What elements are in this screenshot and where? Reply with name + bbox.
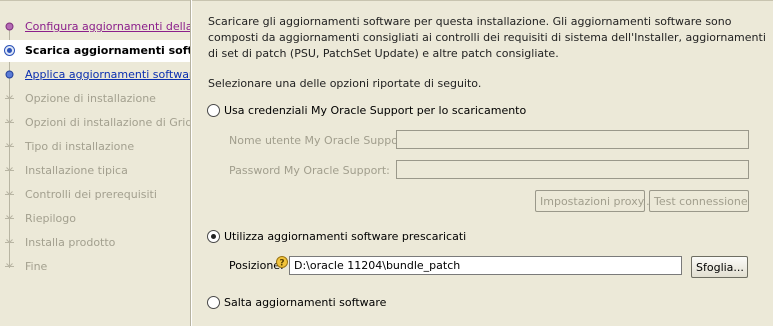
svg-text:?: ? [279, 259, 284, 269]
step-node-icon [5, 70, 14, 79]
option-skip-radio[interactable] [207, 296, 220, 309]
wizard-step-label: Tipo di installazione [25, 140, 135, 153]
wizard-step-label: Opzioni di installazione di Grid Infrast… [25, 116, 191, 129]
help-icon[interactable]: ? [276, 256, 288, 270]
wizard-step-label: Fine [25, 260, 48, 273]
test-connection-button[interactable]: Test connessione [649, 190, 749, 212]
wizard-step-label[interactable]: Applica aggiornamenti software [25, 68, 191, 81]
wizard-step: Installa prodotto [0, 232, 191, 254]
wizard-step: Opzioni di installazione di Grid Infrast… [0, 112, 191, 134]
mos-password-label: Password My Oracle Support: [229, 164, 390, 177]
wizard-step: Tipo di installazione [0, 136, 191, 158]
wizard-step-label: Riepilogo [25, 212, 77, 225]
step-node-icon [5, 191, 14, 195]
wizard-step[interactable]: Configura aggiornamenti della sicurezza [0, 16, 191, 38]
step-node-icon [5, 263, 14, 267]
step-node-icon [4, 45, 15, 56]
wizard-step-label: Opzione di installazione [25, 92, 156, 105]
option-predownloaded-label[interactable]: Utilizza aggiornamenti software prescari… [224, 230, 466, 243]
select-prompt: Selezionare una delle opzioni riportate … [208, 77, 482, 90]
wizard-step-label: Controlli dei prerequisiti [25, 188, 157, 201]
option-skip-label[interactable]: Salta aggiornamenti software [224, 296, 386, 309]
wizard-step: Scarica aggiornamenti software [0, 40, 191, 62]
step-node-icon [5, 119, 14, 123]
step-node-icon [5, 215, 14, 219]
step-node-icon [5, 167, 14, 171]
wizard-step-label[interactable]: Configura aggiornamenti della sicurezza [25, 20, 191, 33]
proxy-settings-button[interactable]: Impostazioni proxy... [535, 190, 653, 212]
option-mos-label[interactable]: Usa credenziali My Oracle Support per lo… [224, 104, 526, 117]
wizard-step-label: Installa prodotto [25, 236, 116, 249]
wizard-step: Opzione di installazione [0, 88, 191, 110]
panel-divider [190, 0, 192, 326]
option-skip-row[interactable]: Salta aggiornamenti software [207, 296, 386, 309]
wizard-step-label: Installazione tipica [25, 164, 128, 177]
wizard-step[interactable]: Applica aggiornamenti software [0, 64, 191, 86]
wizard-step: Controlli dei prerequisiti [0, 184, 191, 206]
step-node-icon [5, 95, 14, 99]
wizard-steps-panel: Configura aggiornamenti della sicurezza S… [0, 0, 191, 326]
mos-username-input[interactable] [396, 130, 749, 149]
location-input[interactable] [289, 256, 682, 275]
wizard-step: Fine [0, 256, 191, 278]
step-node-icon [5, 143, 14, 147]
content-panel: Scaricare gli aggiornamenti software per… [193, 0, 773, 326]
mos-password-input[interactable] [396, 160, 749, 179]
browse-button[interactable]: Sfoglia... [691, 256, 748, 278]
option-predownloaded-row[interactable]: Utilizza aggiornamenti software prescari… [207, 230, 466, 243]
option-predownloaded-radio[interactable] [207, 230, 220, 243]
wizard-step: Installazione tipica [0, 160, 191, 182]
mos-username-label: Nome utente My Oracle Support: [229, 134, 411, 147]
description-text: Scaricare gli aggiornamenti software per… [208, 15, 766, 60]
option-mos-row[interactable]: Usa credenziali My Oracle Support per lo… [207, 104, 526, 117]
step-node-icon [5, 239, 14, 243]
step-node-icon [5, 22, 14, 31]
option-mos-radio[interactable] [207, 104, 220, 117]
wizard-step-label: Scarica aggiornamenti software [25, 44, 191, 57]
wizard-step: Riepilogo [0, 208, 191, 230]
